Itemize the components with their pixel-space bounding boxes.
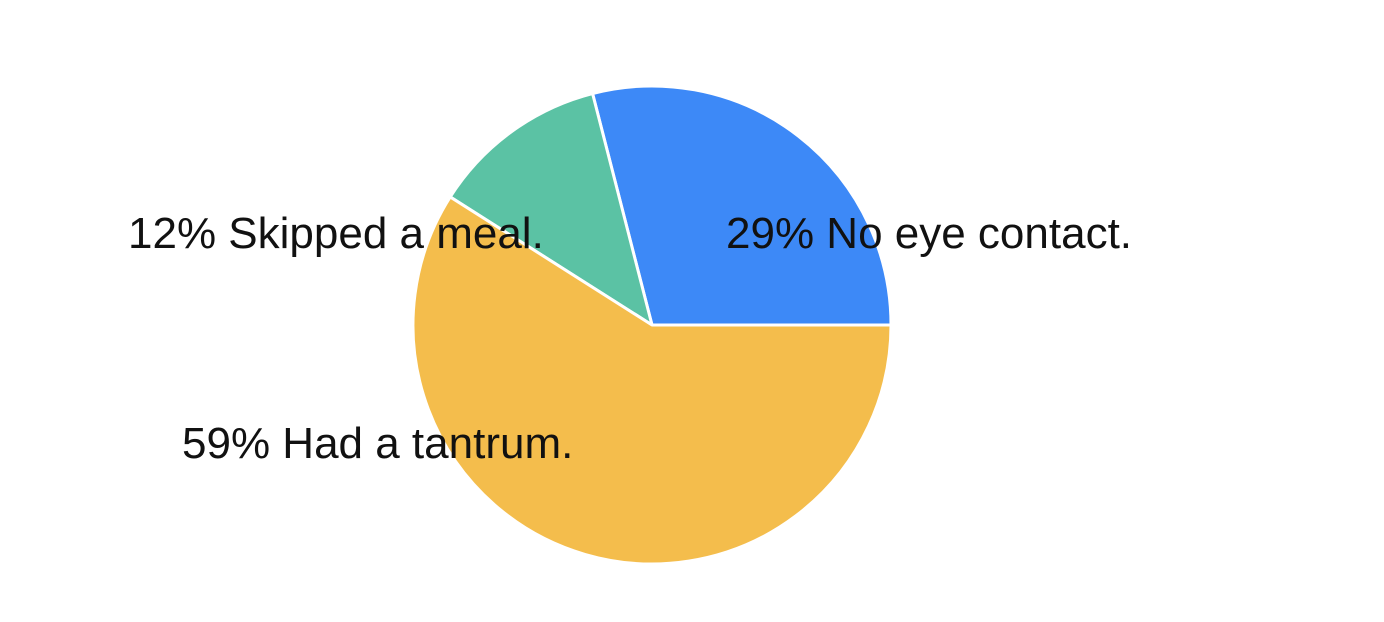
pie-chart: 29% No eye contact. 12% Skipped a meal. 59… [0,0,1384,622]
slices-layer [411,84,893,566]
slice-label-1: 12% Skipped a meal. [128,209,544,258]
pie-chart-svg: 29% No eye contact. 12% Skipped a meal. 59… [128,84,1132,566]
slice-label-2: 59% Had a tantrum. [182,419,573,468]
slice-label-0: 29% No eye contact. [726,209,1132,258]
